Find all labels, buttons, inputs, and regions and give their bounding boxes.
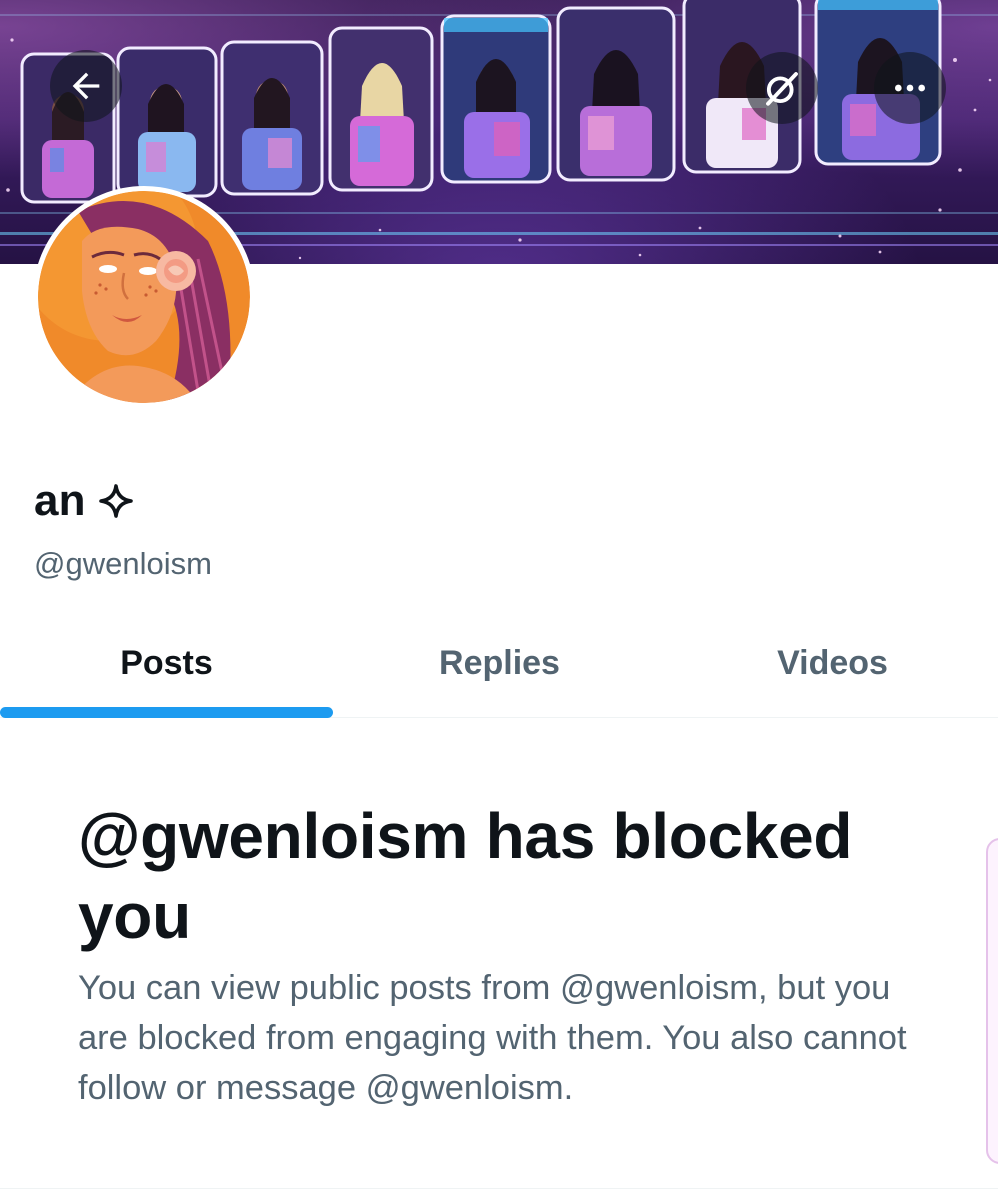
tab-videos[interactable]: Videos [666, 610, 998, 717]
screen-panel [440, 14, 552, 184]
screen-panel [116, 46, 218, 198]
screen-panel [328, 26, 434, 192]
sparkle-icon [98, 483, 134, 519]
divider [0, 1188, 998, 1189]
active-tab-indicator [0, 707, 333, 718]
blocked-message: You can view public posts from @gwenlois… [78, 969, 907, 1107]
arrow-left-icon [72, 72, 100, 100]
display-name-row: an [34, 476, 134, 526]
profile-tabs: Posts Replies Videos [0, 610, 998, 718]
more-button[interactable] [874, 52, 946, 124]
avatar[interactable] [33, 186, 255, 408]
grok-button[interactable] [746, 52, 818, 124]
edge-card [986, 838, 998, 1164]
blocked-title: @gwenloism has blocked you [78, 800, 853, 952]
grok-icon [766, 72, 798, 106]
more-icon [895, 84, 925, 92]
avatar-image [38, 191, 250, 403]
tab-label: Videos [777, 644, 888, 682]
handle: @gwenloism [34, 546, 212, 581]
tab-label: Posts [120, 644, 213, 682]
screen-panel [556, 6, 676, 182]
display-name: an [34, 476, 86, 525]
tab-replies[interactable]: Replies [333, 610, 666, 717]
tab-label: Replies [439, 644, 560, 682]
screen-panel [220, 40, 324, 196]
back-button[interactable] [50, 50, 122, 122]
tab-posts[interactable]: Posts [0, 610, 333, 717]
